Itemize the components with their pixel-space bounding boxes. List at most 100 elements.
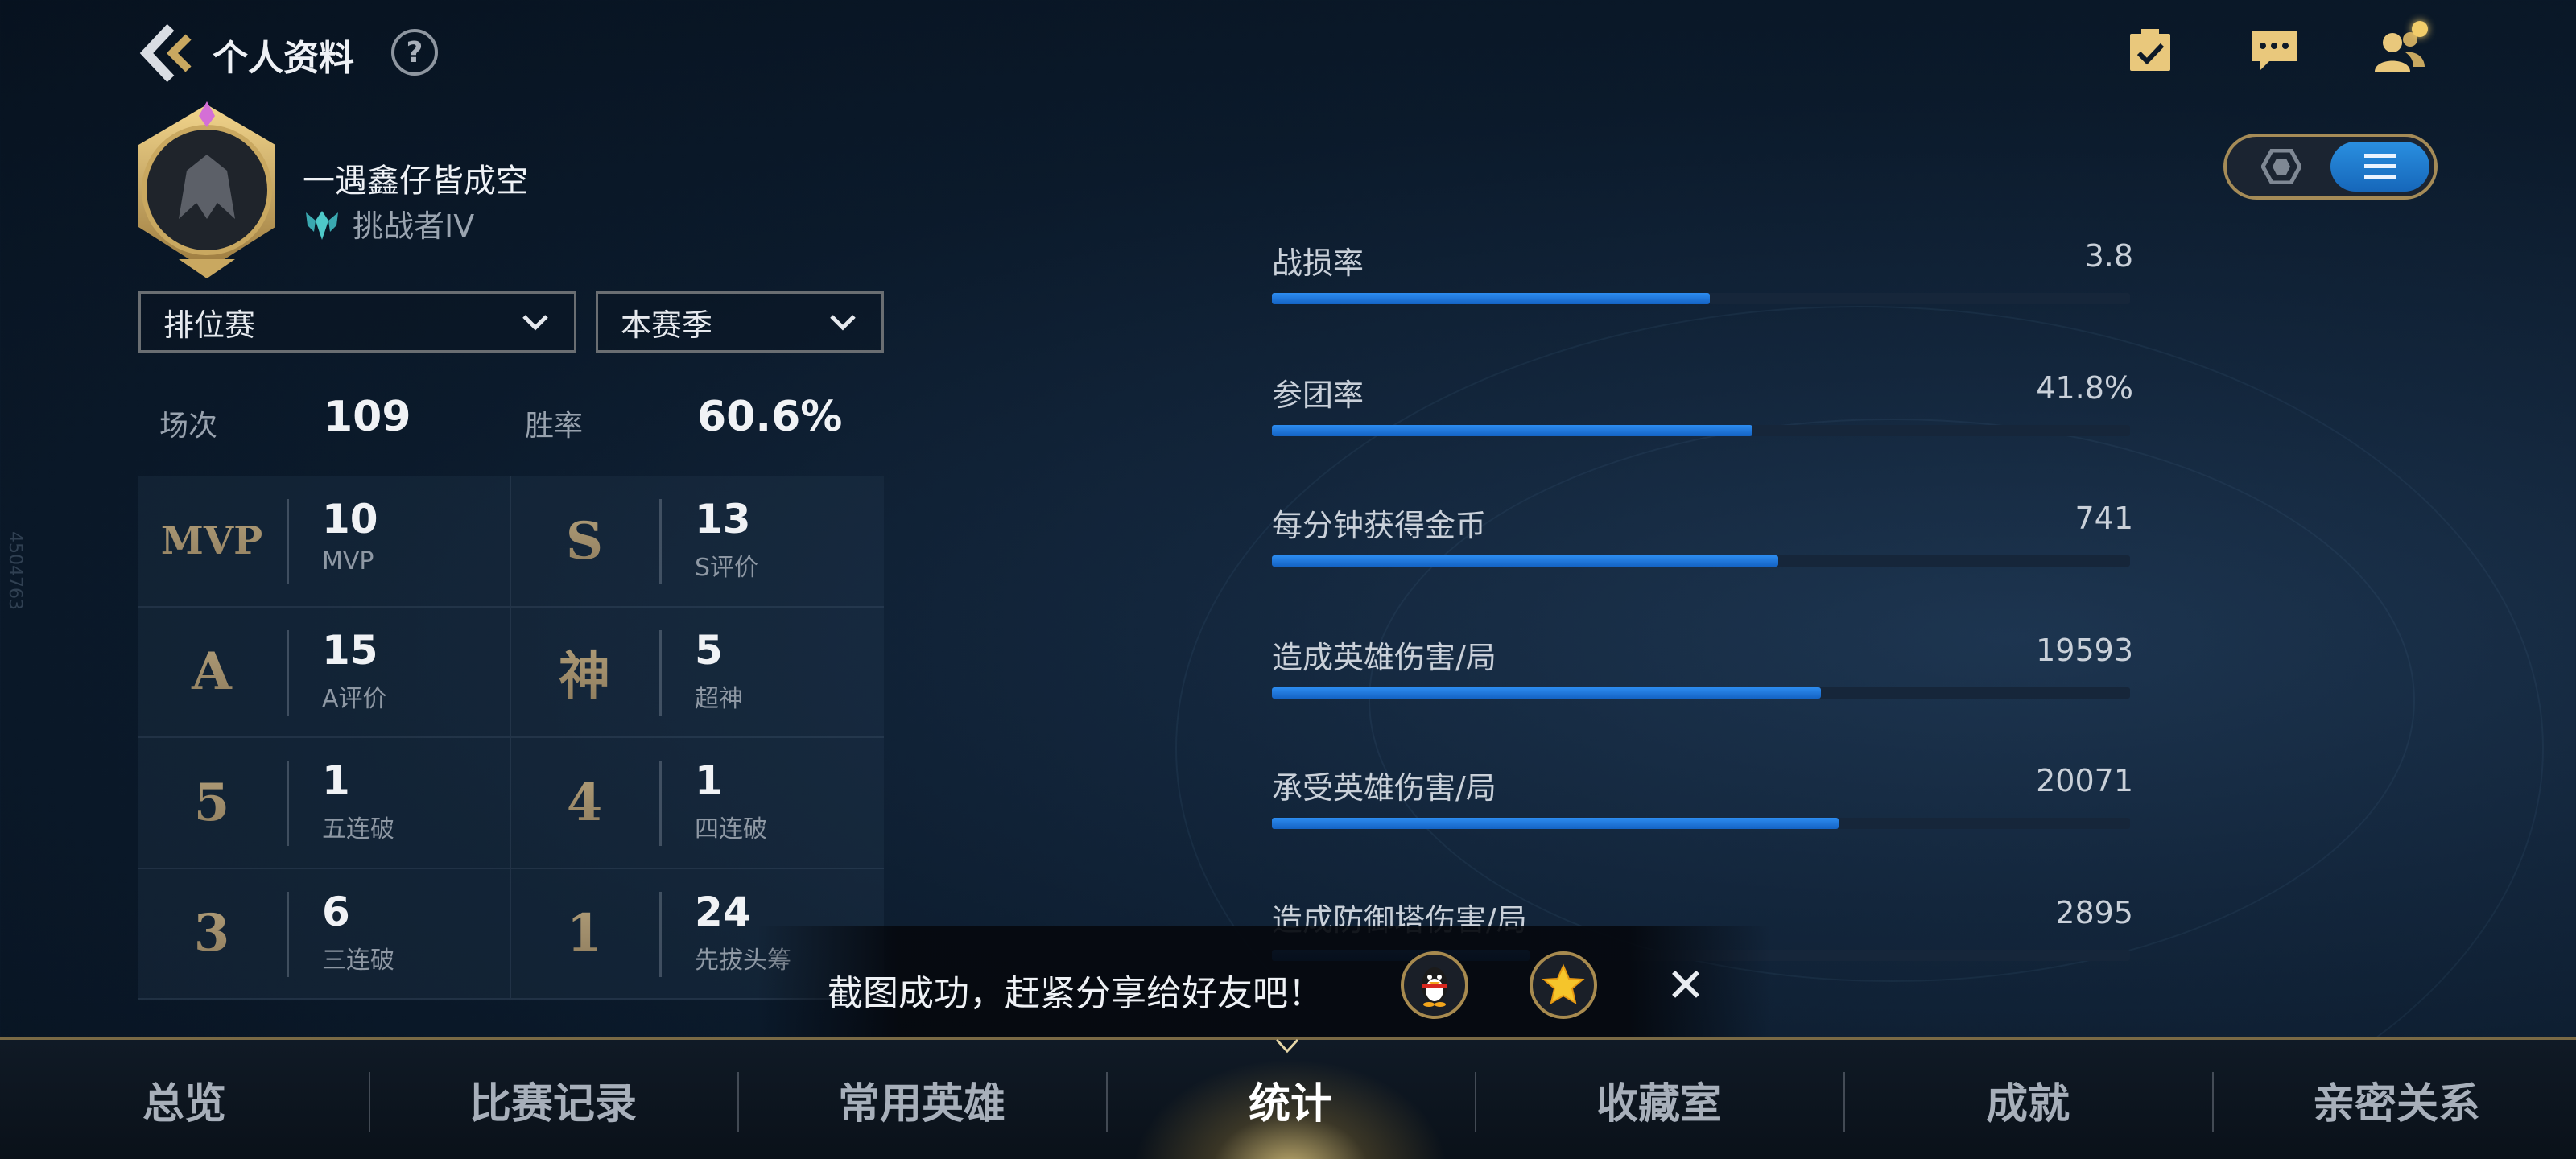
bar-track [1272,555,2130,567]
bar-fill [1272,687,1822,699]
bar-fill [1272,425,1752,436]
top-bar: 个人资料 ? [0,0,2576,105]
stat-caption: A评价 [322,684,387,713]
matches-label: 场次 [159,410,218,443]
a-rating-icon: A [138,608,285,737]
help-button[interactable]: ? [391,29,438,76]
divider [659,499,662,584]
player-name: 一遇鑫仔皆成空 [303,163,528,200]
rank-badge [122,98,291,283]
bar-label: 每分钟获得金币 [1272,508,1487,543]
toast-message: 截图成功，赶紧分享给好友吧！ [828,973,1323,1014]
screenshot-toast: 截图成功，赶紧分享给好友吧！ ✕ [757,926,1771,1046]
bar-track [1272,293,2130,304]
stat-cell-s-rating: S 13 S评价 [511,476,884,608]
bar-track [1272,687,2130,699]
stat-cell-penta-kill: 5 1 五连破 [138,738,511,869]
stat-cell-quadra-kill: 4 1 四连破 [511,738,884,869]
chat-icon [2252,31,2297,71]
toggle-list-view[interactable] [2330,142,2429,192]
list-icon [2363,154,2396,179]
mode-select-value: 排位赛 [163,307,256,343]
divider [287,629,289,716]
tab-match-history[interactable]: 比赛记录 [369,1040,737,1159]
stat-grid: MVP 10 MVP S 13 S评价 A 15 A评价 神 5 超神 5 1 … [138,476,884,1000]
watermark: 4504763 [5,531,25,610]
bar-fill [1272,818,1839,829]
bar-value: 19593 [2036,633,2133,668]
stat-caption: 超神 [695,684,743,713]
stat-caption: S评价 [695,554,759,582]
stat-value: 1 [695,757,723,804]
tab-relationships[interactable]: 亲密关系 [2212,1040,2576,1159]
stat-caption: 四连破 [695,815,767,843]
season-select[interactable]: 本赛季 [596,291,884,353]
close-icon[interactable]: ✕ [1662,958,1710,1013]
hexagon-icon [2260,149,2301,184]
bottom-tab-bar: 总览 比赛记录 常用英雄 统计 收藏室 成就 亲密关系 [0,1037,2576,1159]
tab-collection[interactable]: 收藏室 [1475,1040,1843,1159]
stat-caption: 三连破 [322,946,394,975]
stat-bar-teamfight-rate: 参团率 41.8% [1272,370,2133,459]
share-qzone-button[interactable] [1530,951,1597,1019]
task-list-button[interactable] [2122,24,2178,77]
bar-label: 战损率 [1272,245,1364,281]
back-button[interactable] [135,21,200,85]
tab-overview[interactable]: 总览 [0,1040,369,1159]
bar-fill [1272,293,1710,304]
quadra-kill-icon: 4 [511,738,658,868]
stat-bar-hero-damage-taken: 承受英雄伤害/局 20071 [1272,763,2133,852]
stat-value: 15 [322,626,378,674]
bar-value: 741 [2074,501,2133,536]
back-arrow-icon [139,23,192,83]
stat-value: 5 [695,626,723,674]
stat-value: 24 [695,888,751,935]
first-blood-icon: 1 [511,869,658,999]
stat-cell-legendary: 神 5 超神 [511,608,884,738]
rank-row: 挑战者IV [303,201,474,245]
stat-bar-hero-damage-dealt: 造成英雄伤害/局 19593 [1272,633,2133,721]
share-qq-button[interactable] [1401,951,1468,1019]
notification-dot [2412,21,2428,37]
divider [659,891,662,977]
stat-value: 10 [322,496,378,542]
page-title: 个人资料 [213,38,354,79]
mode-select[interactable]: 排位赛 [138,291,576,353]
toggle-hexagon-view[interactable] [2231,142,2330,192]
rank-emblem-icon [138,101,275,278]
bar-track [1272,818,2130,829]
mvp-icon: MVP [138,476,285,606]
bar-value: 20071 [2036,763,2133,798]
bar-value: 2895 [2055,895,2133,930]
bar-label: 参团率 [1272,377,1364,413]
stat-bar-death-rate: 战损率 3.8 [1272,238,2133,327]
season-select-value: 本赛季 [621,307,713,343]
divider [659,761,662,846]
stat-cell-triple-kill: 3 6 三连破 [138,868,511,1000]
winrate-value: 60.6% [697,393,843,441]
bar-value: 41.8% [2036,370,2133,406]
chat-button[interactable] [2246,24,2302,77]
friends-button[interactable] [2372,21,2428,77]
triple-kill-icon: 3 [138,869,285,999]
tab-favorite-heroes[interactable]: 常用英雄 [737,1040,1106,1159]
chevron-down-icon [522,315,548,331]
tab-achievements[interactable]: 成就 [1843,1040,2212,1159]
stat-value: 1 [322,757,350,804]
bar-value: 3.8 [2084,238,2133,274]
chevron-down-icon [830,315,856,331]
view-toggle[interactable] [2223,134,2438,200]
active-tab-pointer-icon [1275,1038,1299,1054]
s-rating-icon: S [511,476,658,606]
stat-value: 13 [695,496,751,542]
stat-cell-mvp: MVP 10 MVP [138,476,511,608]
tab-statistics[interactable]: 统计 [1106,1040,1475,1159]
task-list-icon [2130,29,2170,71]
stat-caption: MVP [322,547,374,575]
stat-caption: 五连破 [322,815,394,843]
divider [287,761,289,846]
bar-label: 造成英雄伤害/局 [1272,640,1496,675]
bar-fill [1272,555,1778,567]
stat-cell-a-rating: A 15 A评价 [138,607,511,738]
rank-name: 挑战者IV [353,208,475,244]
